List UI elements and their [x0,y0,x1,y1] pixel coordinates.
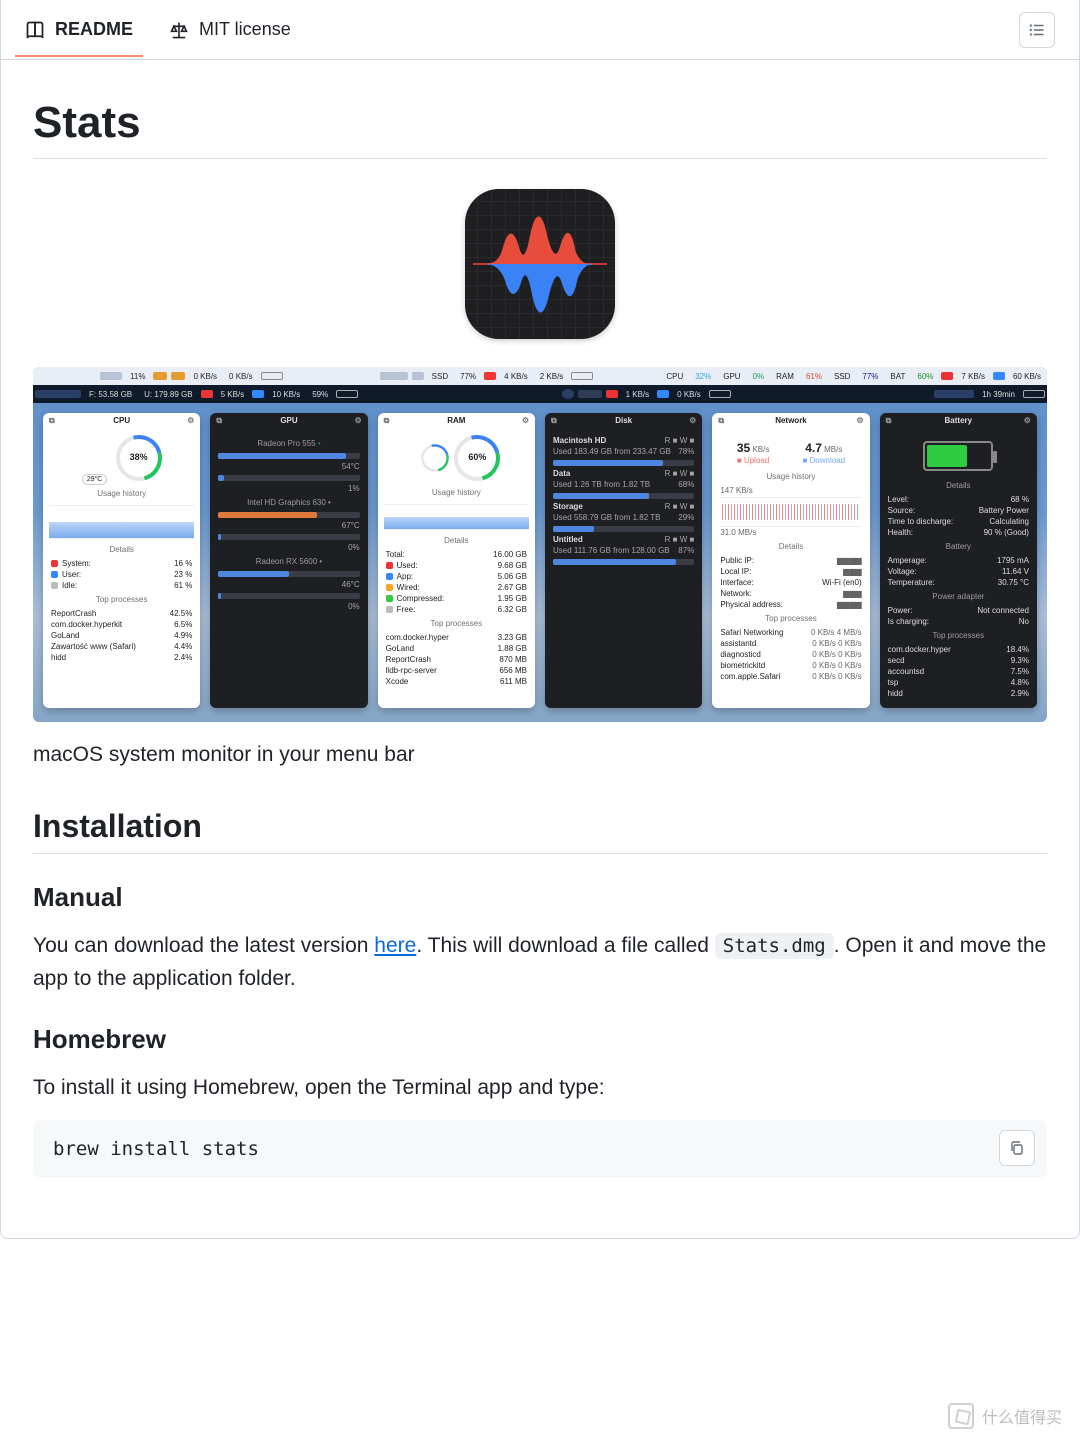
outline-button[interactable] [1019,12,1055,48]
tab-license[interactable]: MIT license [153,3,307,56]
tab-readme-label: README [55,19,133,40]
menubar-light: 11% 0 KB/s 0 KB/s SSD 77% 4 KB/s 2 KB/s … [33,367,1047,385]
heading-installation: Installation [33,808,1047,854]
page-title: Stats [33,98,1047,159]
list-icon [1028,21,1046,39]
menubar-dark: F: 53.58 GB U: 179.89 GB 5 KB/s 10 KB/s … [33,385,1047,403]
app-icon-wrap [33,189,1047,339]
code-block: brew install stats [33,1120,1047,1178]
file-tabs: README MIT license [1,0,1079,60]
tagline: macOS system monitor in your menu bar [33,738,1047,772]
hero-screenshot: 11% 0 KB/s 0 KB/s SSD 77% 4 KB/s 2 KB/s … [33,367,1047,722]
watermark: 什么值得买 [948,1403,1062,1429]
panel-gpu: ⧉GPU⚙ Radeon Pro 555 • 54°C 1% Intel HD … [210,413,367,708]
copy-icon [1009,1140,1025,1156]
panel-battery: ⧉Battery⚙ Details Level:68 % Source:Batt… [880,413,1037,708]
panel-network: ⧉Network⚙ 35 KB/s■ Upload 4.7 MB/s■ Down… [712,413,869,708]
heading-manual: Manual [33,882,1047,913]
manual-paragraph: You can download the latest version here… [33,929,1047,996]
panel-disk: ⧉Disk⚙ Macintosh HDR ■ W ■ Used 183.49 G… [545,413,702,708]
panel-cpu: ⧉CPU⚙ 29°C 38% Usage history Details Sys… [43,413,200,708]
download-link[interactable]: here [374,934,416,957]
homebrew-intro: To install it using Homebrew, open the T… [33,1071,1047,1105]
law-icon [169,20,189,40]
panel-ram: ⧉RAM⚙ 60% Usage history Details Total:16… [378,413,535,708]
readme-page: README MIT license Stats [0,0,1080,1239]
tab-license-label: MIT license [199,19,291,40]
book-icon [25,20,45,40]
filename-code: Stats.dmg [715,933,834,959]
watermark-icon [948,1403,974,1429]
tab-readme[interactable]: README [9,3,149,56]
app-icon [465,189,615,339]
heading-homebrew: Homebrew [33,1024,1047,1055]
copy-button[interactable] [999,1130,1035,1166]
code-content: brew install stats [53,1138,259,1160]
